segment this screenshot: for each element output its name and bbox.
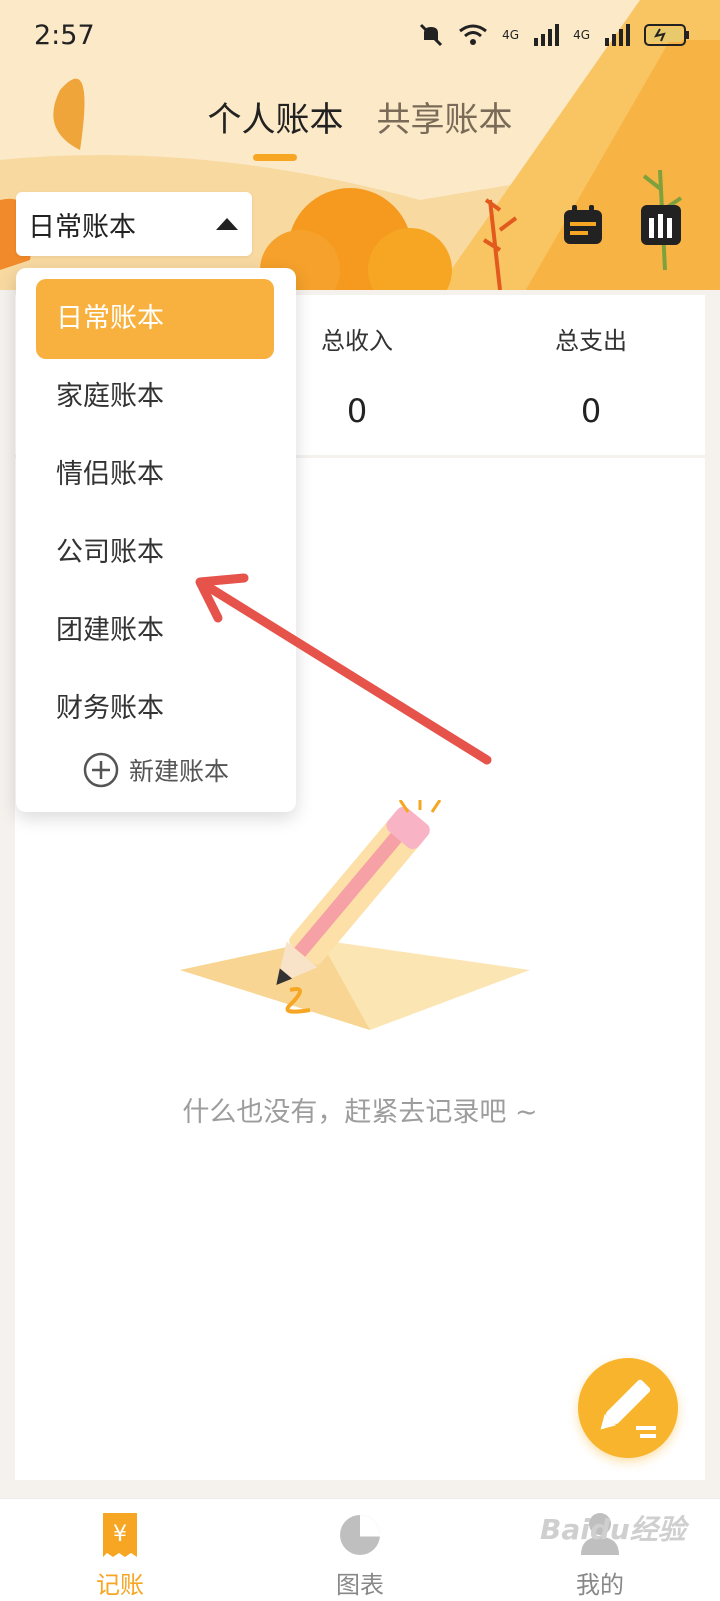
tab-active-indicator <box>253 154 298 161</box>
tab-personal-book[interactable]: 个人账本 <box>207 92 344 161</box>
book-option-finance[interactable]: 财务账本 <box>36 669 274 720</box>
calendar-icon[interactable] <box>562 204 604 246</box>
new-book-button[interactable]: 新建账本 <box>16 750 296 790</box>
pie-chart-icon <box>340 1515 380 1555</box>
book-option-family[interactable]: 家庭账本 <box>36 357 274 437</box>
wifi-icon <box>459 24 488 45</box>
tab-label: 个人账本 <box>207 100 344 140</box>
pencil-icon <box>600 1379 656 1438</box>
status-bar: 2:57 4G 4G <box>0 0 720 78</box>
nav-label: 图表 <box>336 1571 384 1599</box>
new-book-label: 新建账本 <box>128 757 229 786</box>
signal-label-2: 4G <box>573 28 590 42</box>
book-selector-label: 日常账本 <box>28 211 136 243</box>
mute-bell-icon <box>420 23 443 47</box>
battery-icon <box>644 24 689 46</box>
tab-shared-book[interactable]: 共享账本 <box>377 92 513 141</box>
add-record-button[interactable] <box>578 1358 678 1458</box>
tab-label: 共享账本 <box>376 100 513 140</box>
nav-item-charts[interactable]: 图表 <box>240 1499 480 1601</box>
book-option-company[interactable]: 公司账本 <box>36 513 274 593</box>
book-option-daily[interactable]: 日常账本 <box>36 279 274 359</box>
book-option-couple[interactable]: 情侣账本 <box>36 435 274 515</box>
nav-label: 我的 <box>576 1571 624 1599</box>
expense-value: 0 <box>580 392 602 430</box>
nav-label: 记账 <box>96 1571 144 1599</box>
empty-state-illustration <box>180 800 530 1030</box>
book-selector[interactable]: 日常账本 <box>16 192 252 256</box>
book-type-tabs: 个人账本 共享账本 <box>0 92 720 161</box>
chart-bars-icon[interactable] <box>640 204 682 246</box>
caret-up-icon <box>216 218 238 230</box>
expense-stat: 总支出 0 <box>491 295 691 430</box>
plus-circle-icon <box>83 752 119 788</box>
status-time: 2:57 <box>34 20 95 51</box>
book-dropdown: 日常账本 家庭账本 情侣账本 公司账本 团建账本 财务账本 新建账本 <box>16 268 296 812</box>
expense-label: 总支出 <box>555 327 627 355</box>
signal-label-1: 4G <box>502 28 520 42</box>
nav-item-bookkeeping[interactable]: ¥ 记账 <box>0 1499 240 1601</box>
signal-icon <box>605 24 630 46</box>
book-dropdown-list[interactable]: 日常账本 家庭账本 情侣账本 公司账本 团建账本 财务账本 <box>16 268 296 720</box>
book-option-team[interactable]: 团建账本 <box>36 591 274 671</box>
signal-icon <box>534 24 560 46</box>
watermark-logo: Baidu经验 <box>540 1513 686 1546</box>
empty-state-text: 什么也没有，赶紧去记录吧 ~ <box>182 1097 538 1128</box>
receipt-yen-icon: ¥ <box>103 1513 137 1557</box>
svg-text:¥: ¥ <box>113 1522 127 1547</box>
